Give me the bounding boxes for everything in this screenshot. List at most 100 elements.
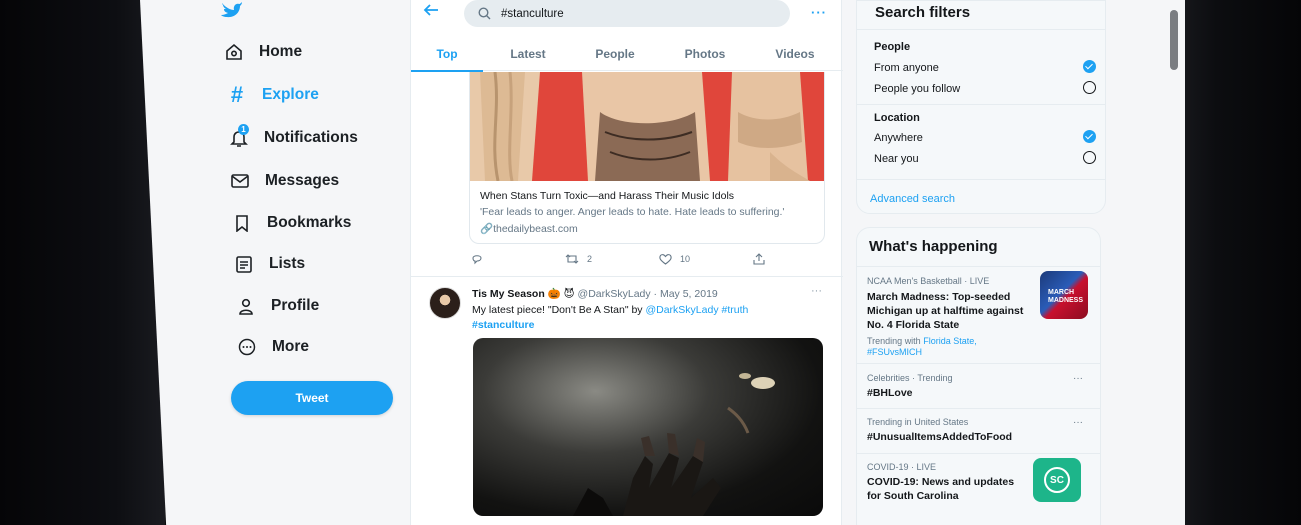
sidebar-item-messages[interactable]: Messages bbox=[229, 163, 339, 199]
back-arrow-icon[interactable] bbox=[423, 3, 439, 17]
sidebar-item-lists[interactable]: Lists bbox=[233, 246, 305, 282]
home-icon bbox=[223, 41, 245, 63]
retweet-count: 2 bbox=[587, 254, 593, 264]
trend-item[interactable]: Trending in United States #UnusualItemsA… bbox=[857, 408, 1100, 452]
link-card-text: When Stans Turn Toxic—and Harass Their M… bbox=[480, 190, 814, 235]
filters-divider bbox=[857, 29, 1105, 30]
sidebar-nav: Home # Explore 1 Notifications Messages … bbox=[140, 0, 410, 525]
trend-thumbnail-text: MARCH MADNESS bbox=[1048, 289, 1084, 304]
search-results-column: ··· Top Latest People Photos Videos bbox=[410, 0, 843, 525]
trend-meta: Celebrities · Trending bbox=[867, 373, 953, 383]
hashtag-link[interactable]: #truth bbox=[722, 304, 749, 316]
filter-option-from-anyone[interactable]: From anyone bbox=[874, 62, 939, 74]
radio-near-you[interactable] bbox=[1083, 151, 1096, 164]
tab-latest[interactable]: Latest bbox=[493, 36, 563, 71]
tweet-handle-date: @DarkSkyLady · May 5, 2019 bbox=[577, 288, 718, 300]
retweet-icon bbox=[565, 254, 579, 264]
tab-videos[interactable]: Videos bbox=[763, 36, 827, 71]
sidebar-item-explore[interactable]: # Explore bbox=[226, 77, 319, 113]
trend-meta: COVID-19 · LIVE bbox=[867, 462, 937, 472]
radio-from-anyone[interactable] bbox=[1083, 60, 1096, 73]
notification-badge: 1 bbox=[238, 124, 249, 135]
list-icon bbox=[233, 253, 255, 275]
heart-icon bbox=[659, 254, 672, 265]
twitter-bird-icon[interactable] bbox=[220, 0, 244, 18]
sidebar-item-label: Explore bbox=[262, 86, 319, 103]
link-card-image bbox=[470, 72, 824, 181]
sc-logo-icon: SC bbox=[1044, 467, 1070, 493]
retweet-button[interactable]: 2 bbox=[565, 253, 592, 265]
filter-option-near-you[interactable]: Near you bbox=[874, 153, 919, 165]
sidebar-item-more[interactable]: More bbox=[236, 329, 309, 365]
tweet-text: My latest piece! "Don't Be A Stan" by @D… bbox=[472, 304, 749, 331]
like-count: 10 bbox=[680, 254, 691, 264]
like-button[interactable]: 10 bbox=[659, 253, 690, 265]
bell-icon: 1 bbox=[228, 124, 250, 149]
reply-icon bbox=[472, 255, 482, 265]
sidebar-item-label: Bookmarks bbox=[267, 214, 352, 231]
whats-happening-title: What's happening bbox=[869, 238, 998, 255]
more-circle-icon bbox=[236, 336, 258, 358]
link-card-description: 'Fear leads to anger. Anger leads to hat… bbox=[480, 206, 785, 218]
trend-item[interactable]: Celebrities · Trending #BHLove ··· bbox=[857, 363, 1100, 407]
search-icon bbox=[478, 7, 491, 20]
device-bezel-left bbox=[0, 0, 165, 525]
tweet-image[interactable] bbox=[473, 338, 823, 516]
sidebar-item-profile[interactable]: Profile bbox=[235, 288, 319, 324]
link-card-title: When Stans Turn Toxic—and Harass Their M… bbox=[480, 190, 735, 202]
avatar[interactable] bbox=[429, 287, 461, 319]
search-input[interactable] bbox=[501, 7, 761, 20]
search-filters-panel: Search filters People From anyone People… bbox=[856, 0, 1106, 214]
bookmark-icon bbox=[231, 212, 253, 234]
share-button[interactable] bbox=[753, 253, 765, 265]
hashtag-icon: # bbox=[230, 82, 244, 107]
tweet-more-icon[interactable]: ··· bbox=[811, 285, 822, 297]
radio-anywhere[interactable] bbox=[1083, 130, 1096, 143]
advanced-search-link[interactable]: Advanced search bbox=[870, 193, 955, 205]
tweet-actions: 2 10 bbox=[469, 253, 769, 269]
trend-meta: NCAA Men's Basketball · LIVE bbox=[867, 276, 990, 286]
share-icon bbox=[753, 253, 765, 265]
search-tabs: Top Latest People Photos Videos bbox=[411, 36, 843, 72]
trend-title: COVID-19: News and updates for South Car… bbox=[867, 476, 1015, 502]
reply-button[interactable] bbox=[471, 253, 483, 265]
link-card-url[interactable]: 🔗thedailybeast.com bbox=[480, 222, 814, 235]
envelope-icon bbox=[229, 170, 251, 192]
filter-option-anywhere[interactable]: Anywhere bbox=[874, 132, 923, 144]
sidebar-item-bookmarks[interactable]: Bookmarks bbox=[231, 205, 351, 241]
right-sidebar: Search filters People From anyone People… bbox=[856, 0, 1121, 525]
hashtag-link[interactable]: #stanculture bbox=[472, 319, 534, 331]
trend-thumbnail: SC bbox=[1033, 458, 1081, 502]
tweet-button[interactable]: Tweet bbox=[231, 381, 393, 415]
trend-thumbnail: MARCH MADNESS bbox=[1040, 271, 1088, 319]
search-filters-title: Search filters bbox=[875, 4, 971, 21]
tweet-divider bbox=[411, 276, 843, 277]
search-bar bbox=[464, 0, 790, 27]
tab-people[interactable]: People bbox=[583, 36, 647, 71]
trend-more-icon[interactable]: ··· bbox=[1073, 417, 1083, 428]
sidebar-item-label: More bbox=[272, 338, 310, 355]
filter-option-people-you-follow[interactable]: People you follow bbox=[874, 83, 960, 95]
sidebar-item-home[interactable]: Home bbox=[223, 34, 302, 70]
filters-divider bbox=[857, 104, 1105, 105]
radio-people-you-follow[interactable] bbox=[1083, 81, 1096, 94]
trend-more-icon[interactable]: ··· bbox=[1073, 373, 1083, 384]
search-more-icon[interactable]: ··· bbox=[811, 5, 827, 20]
sidebar-item-label: Home bbox=[259, 43, 303, 60]
tweet-author-name[interactable]: Tis My Season 🎃 😈 bbox=[472, 288, 575, 300]
tweet-header: Tis My Season 🎃 😈 @DarkSkyLady · May 5, … bbox=[472, 287, 718, 300]
trend-subtitle: Trending with Florida State, #FSUvsMICH bbox=[867, 336, 977, 357]
trend-title: #BHLove bbox=[867, 387, 913, 399]
scrollbar[interactable] bbox=[1170, 10, 1178, 70]
trend-title: March Madness: Top-seeded Michigan up at… bbox=[867, 291, 1024, 331]
mention-link[interactable]: @DarkSkyLady bbox=[645, 304, 718, 316]
tab-top[interactable]: Top bbox=[411, 36, 483, 72]
trend-meta: Trending in United States bbox=[867, 417, 969, 427]
sidebar-item-label: Lists bbox=[269, 255, 306, 272]
sidebar-item-notifications[interactable]: 1 Notifications bbox=[228, 120, 358, 156]
filters-divider bbox=[857, 179, 1105, 180]
link-icon: 🔗 bbox=[480, 223, 494, 235]
tab-photos[interactable]: Photos bbox=[673, 36, 737, 71]
person-icon bbox=[235, 295, 257, 317]
link-card[interactable]: When Stans Turn Toxic—and Harass Their M… bbox=[469, 72, 825, 244]
